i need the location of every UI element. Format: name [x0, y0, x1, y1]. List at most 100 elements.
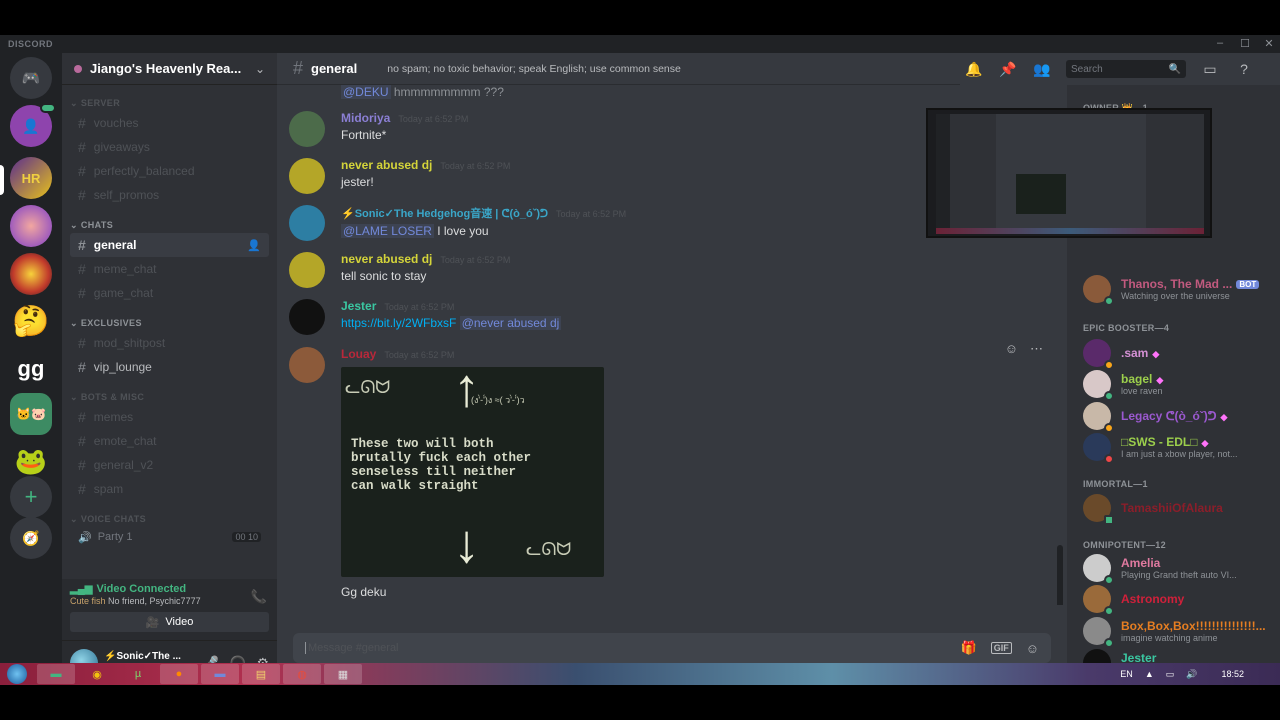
avatar[interactable]: [289, 205, 325, 241]
message: Louay Today at 6:52 PM ↑ ↓ ᓚᘏᗢ (ง'̀-'́)ง …: [289, 347, 604, 599]
member-item[interactable]: TamashiiOfAlaura: [1083, 494, 1223, 525]
category-voice-chats[interactable]: ⌄ VOICE CHATS: [62, 511, 277, 527]
channel-emote-chat[interactable]: # emote_chat: [70, 429, 269, 453]
close-icon[interactable]: ✕: [1259, 37, 1279, 50]
selected-server-pill: [0, 165, 4, 195]
channel-self-promos[interactable]: # self_promos: [70, 183, 269, 207]
avatar[interactable]: [289, 299, 325, 335]
category-chats[interactable]: ⌄ CHATS: [62, 217, 277, 233]
member-item[interactable]: Thanos, The Mad ... BOT Watching over the …: [1083, 275, 1260, 306]
channel-vouches[interactable]: # vouches: [70, 111, 269, 135]
message-author[interactable]: Louay: [341, 347, 376, 361]
home-button[interactable]: 🎮: [10, 57, 52, 99]
member-item[interactable]: Legacy ᕦ(ò_óˇ)ᕤ ◆: [1083, 402, 1227, 433]
message-author[interactable]: never abused dj: [341, 158, 432, 172]
gif-button[interactable]: GIF: [990, 642, 1012, 654]
bell-icon[interactable]: 🔔: [964, 61, 984, 78]
friends-voice-server[interactable]: 👤: [10, 103, 56, 147]
server-orb[interactable]: [10, 205, 52, 247]
speaker-icon: 🔊: [78, 531, 92, 544]
avatar[interactable]: [289, 252, 325, 288]
emoji-icon[interactable]: ☺: [1026, 641, 1039, 656]
tray-expand-icon[interactable]: ▲: [1145, 669, 1154, 679]
server-hr[interactable]: HR: [10, 157, 52, 199]
voice-channel-party-1[interactable]: 🔊 Party 1 00 10: [70, 527, 269, 547]
network-icon[interactable]: ▭: [1166, 669, 1175, 680]
user-mention[interactable]: @LAME LOSER: [341, 224, 434, 238]
more-options-icon[interactable]: ⋯: [1030, 341, 1043, 357]
taskbar-media[interactable]: ▦: [324, 664, 362, 684]
taskbar-explorer[interactable]: ▤: [242, 664, 280, 684]
message-author[interactable]: Jester: [341, 299, 376, 313]
avatar[interactable]: [289, 158, 325, 194]
avatar: [1083, 275, 1114, 306]
message-link[interactable]: https://bit.ly/2WFbxsF: [341, 316, 456, 330]
chat-scrollbar[interactable]: [1057, 545, 1063, 605]
gift-icon[interactable]: 🎁: [961, 640, 977, 656]
message-author[interactable]: Midoriya: [341, 111, 390, 125]
hash-icon: #: [78, 187, 86, 203]
screen-share-preview[interactable]: [926, 108, 1212, 238]
channel-general-v2[interactable]: # general_v2: [70, 453, 269, 477]
server-group[interactable]: 🐱🐷: [10, 393, 52, 435]
taskbar-discord[interactable]: ▬: [201, 664, 239, 684]
member-item[interactable]: bagel ◆ love raven: [1083, 370, 1164, 401]
add-server-button[interactable]: +: [10, 476, 52, 518]
member-item[interactable]: □SWS - EDL□ ◆ I am just a xbow player, not…: [1083, 433, 1238, 464]
server-header[interactable]: Jiango's Heavenly Rea... ⌄: [62, 53, 277, 85]
explore-servers-button[interactable]: 🧭: [10, 517, 52, 559]
channel-game-chat[interactable]: # game_chat: [70, 281, 269, 305]
server-thinking[interactable]: 🤔: [10, 300, 52, 342]
lenny-hand-icon: ᓚᘏᗢ: [345, 377, 391, 397]
boost-icon: ◆: [1156, 375, 1164, 385]
image-attachment[interactable]: ↑ ↓ ᓚᘏᗢ (ง'̀-'́)ง ≈( ว'̀-'́)ว ᓚᘏᗢ These …: [341, 367, 604, 577]
channel-spam[interactable]: # spam: [70, 477, 269, 501]
message-author[interactable]: ⚡Sonic✓The Hedgehog音速 | ᕦ(ò_óˇ)ᕤ: [341, 205, 548, 221]
category-bots-misc[interactable]: ⌄ BOTS & MISC: [62, 389, 277, 405]
member-item[interactable]: Amelia Playing Grand theft auto VI...: [1083, 554, 1237, 585]
minimize-icon[interactable]: –: [1210, 37, 1230, 49]
avatar[interactable]: [289, 111, 325, 147]
chevron-down-icon[interactable]: ⌄: [255, 62, 265, 76]
inbox-icon[interactable]: ▭: [1200, 61, 1220, 78]
message-author[interactable]: never abused dj: [341, 252, 432, 266]
message-composer[interactable]: Message #general 🎁 GIF ☺: [293, 633, 1051, 663]
video-button[interactable]: 🎥 Video: [70, 612, 269, 632]
start-button[interactable]: [0, 663, 34, 685]
volume-icon[interactable]: 🔊: [1186, 669, 1197, 680]
channel-giveaways[interactable]: # giveaways: [70, 135, 269, 159]
message-input[interactable]: Message #general: [305, 642, 947, 654]
taskbar-chrome[interactable]: ◍: [283, 664, 321, 684]
server-explosion[interactable]: [10, 253, 52, 295]
channel-topic[interactable]: no spam; no toxic behavior; speak Englis…: [387, 63, 681, 75]
search-input[interactable]: Search 🔍: [1066, 60, 1186, 78]
category-server[interactable]: ⌄ SERVER: [62, 95, 277, 111]
member-list-icon[interactable]: 👥: [1032, 61, 1052, 78]
channel-vip-lounge[interactable]: # vip_lounge: [70, 355, 269, 379]
avatar[interactable]: [289, 347, 325, 383]
channel-mod-shitpost[interactable]: # mod_shitpost: [70, 331, 269, 355]
disconnect-call-icon[interactable]: 📞: [251, 589, 267, 605]
taskbar-firefox[interactable]: ●: [160, 664, 198, 684]
invite-icon[interactable]: 👤: [247, 239, 261, 252]
help-icon[interactable]: ?: [1234, 61, 1254, 77]
channel-perfectly-balanced[interactable]: # perfectly_balanced: [70, 159, 269, 183]
clock[interactable]: 18:52: [1221, 669, 1244, 679]
user-mention[interactable]: @never abused dj: [459, 316, 562, 330]
app-title: DISCORD: [8, 39, 54, 49]
taskbar-app-green[interactable]: ▬: [37, 664, 75, 684]
channel-general[interactable]: # general 👤: [70, 233, 269, 257]
pin-icon[interactable]: 📌: [998, 61, 1018, 78]
server-gg[interactable]: gg: [10, 348, 52, 390]
member-item[interactable]: Box,Box,Box!!!!!!!!!!!!!!!... imagine wat…: [1083, 617, 1266, 648]
add-reaction-icon[interactable]: ☺: [1005, 341, 1018, 357]
category-exclusives[interactable]: ⌄ EXCLUSIVES: [62, 315, 277, 331]
member-item[interactable]: .sam ◆: [1083, 339, 1159, 370]
member-item[interactable]: Astronomy: [1083, 585, 1184, 616]
maximize-icon[interactable]: ☐: [1235, 37, 1255, 50]
channel-memes[interactable]: # memes: [70, 405, 269, 429]
taskbar-app-yellow[interactable]: ◉: [78, 664, 116, 684]
channel-meme-chat[interactable]: # meme_chat: [70, 257, 269, 281]
taskbar-utorrent[interactable]: µ: [119, 664, 157, 684]
language-indicator[interactable]: EN: [1120, 669, 1133, 679]
